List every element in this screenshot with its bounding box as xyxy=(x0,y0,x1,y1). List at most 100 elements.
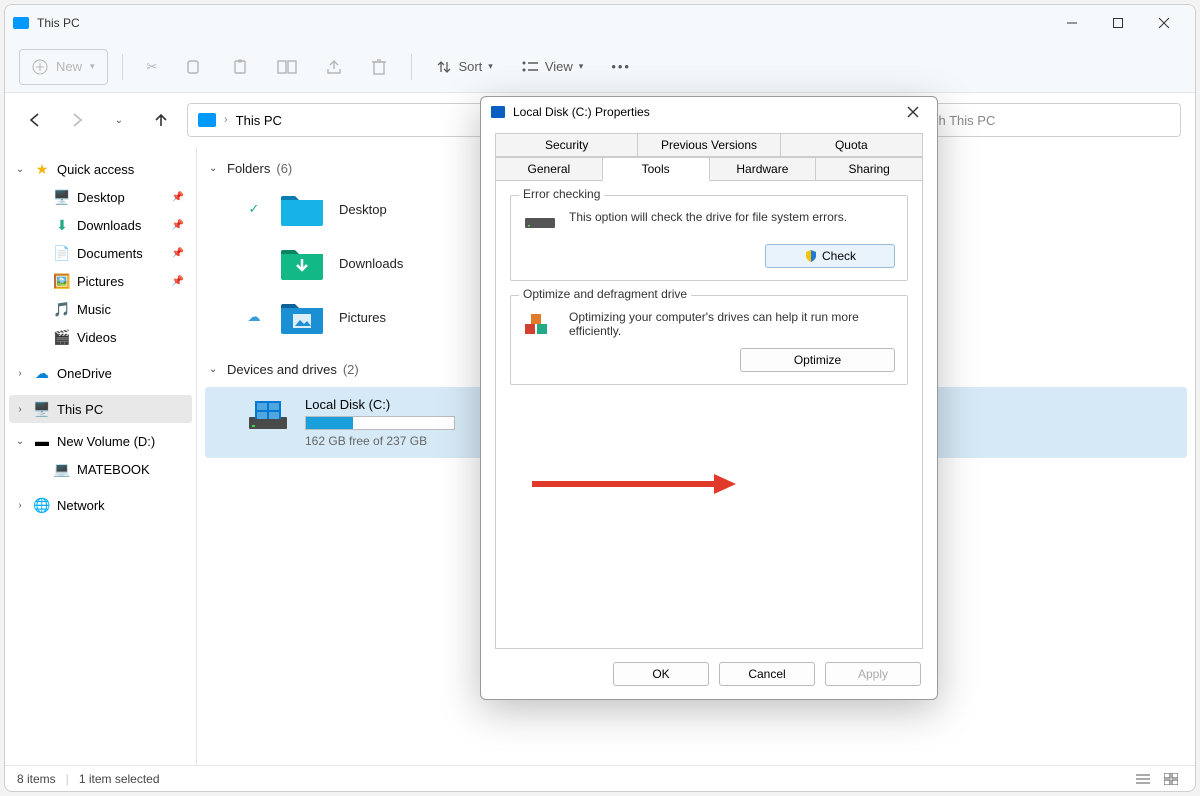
drive-free-text: 162 GB free of 237 GB xyxy=(305,434,455,448)
tab-previous-versions[interactable]: Previous Versions xyxy=(637,133,780,157)
sidebar-label: MATEBOOK xyxy=(77,462,150,477)
downloads-icon: ⬇ xyxy=(53,216,71,234)
back-button[interactable] xyxy=(19,104,51,136)
group-count: (2) xyxy=(343,362,359,377)
more-icon: ••• xyxy=(611,59,631,74)
sidebar-network[interactable]: › 🌐 Network xyxy=(9,491,192,519)
tiles-view-button[interactable] xyxy=(1159,769,1183,789)
titlebar: This PC xyxy=(5,5,1195,41)
tab-tools[interactable]: Tools xyxy=(602,157,710,181)
delete-button[interactable] xyxy=(361,49,397,85)
sort-button[interactable]: Sort ▾ xyxy=(426,49,502,85)
search-placeholder: ch This PC xyxy=(932,113,995,128)
folder-icon xyxy=(279,298,325,336)
chevron-right-icon: › xyxy=(13,368,27,379)
trash-icon xyxy=(371,58,387,76)
groupbox-legend: Optimize and defragment drive xyxy=(519,287,691,301)
cloud-icon: ☁ xyxy=(33,364,51,382)
more-button[interactable]: ••• xyxy=(601,49,641,85)
copy-button[interactable] xyxy=(175,49,213,85)
groupbox-error-checking: Error checking This option will check th… xyxy=(510,195,908,281)
sidebar-new-volume[interactable]: ⌄ ▬ New Volume (D:) xyxy=(9,427,192,455)
cut-icon: ✂ xyxy=(147,59,158,75)
ok-button[interactable]: OK xyxy=(613,662,709,686)
cut-button[interactable]: ✂ xyxy=(137,49,168,85)
sidebar-label: Videos xyxy=(77,330,117,345)
up-button[interactable] xyxy=(145,104,177,136)
sidebar-label: OneDrive xyxy=(57,366,112,381)
view-icon xyxy=(521,60,539,74)
pin-icon: 📌 xyxy=(172,192,184,203)
chevron-down-icon: ▾ xyxy=(90,61,95,72)
cancel-button[interactable]: Cancel xyxy=(719,662,815,686)
chevron-down-icon: ⌄ xyxy=(209,163,221,174)
sidebar-label: This PC xyxy=(57,402,103,417)
item-label: Desktop xyxy=(339,202,387,217)
chevron-right-icon: › xyxy=(13,404,27,415)
check-label: Check xyxy=(822,249,856,263)
sidebar-matebook[interactable]: 💻 MATEBOOK xyxy=(29,455,192,483)
minimize-button[interactable] xyxy=(1049,5,1095,41)
chevron-down-icon: ⌄ xyxy=(13,164,27,175)
pictures-icon: 🖼️ xyxy=(53,272,71,290)
sidebar-label: Pictures xyxy=(77,274,124,289)
chevron-down-icon: ▾ xyxy=(579,61,584,72)
tab-general[interactable]: General xyxy=(495,157,603,181)
check-button[interactable]: Check xyxy=(765,244,895,268)
group-count: (6) xyxy=(276,161,292,176)
dialog-buttons: OK Cancel Apply xyxy=(481,649,937,699)
pin-icon: 📌 xyxy=(172,276,184,287)
share-icon xyxy=(325,59,343,75)
sidebar-item-downloads[interactable]: ⬇ Downloads 📌 xyxy=(29,211,192,239)
item-label: Downloads xyxy=(339,256,403,271)
pin-icon: 📌 xyxy=(172,248,184,259)
recent-button[interactable]: ⌄ xyxy=(103,104,135,136)
folder-icon xyxy=(279,244,325,282)
sidebar-this-pc[interactable]: › 🖥️ This PC xyxy=(9,395,192,423)
details-view-button[interactable] xyxy=(1131,769,1155,789)
status-bar: 8 items | 1 item selected xyxy=(5,765,1195,791)
view-button[interactable]: View ▾ xyxy=(511,49,593,85)
sidebar-item-music[interactable]: 🎵 Music xyxy=(29,295,192,323)
device-icon: 💻 xyxy=(53,460,71,478)
sidebar-label: Network xyxy=(57,498,105,513)
chevron-down-icon: ⌄ xyxy=(13,436,27,447)
sidebar-label: Documents xyxy=(77,246,143,261)
sidebar-item-desktop[interactable]: 🖥️ Desktop 📌 xyxy=(29,183,192,211)
sort-label: Sort xyxy=(458,59,482,74)
search-input[interactable]: ch This PC xyxy=(921,103,1181,137)
groupbox-legend: Error checking xyxy=(519,187,604,201)
drive-usage-bar xyxy=(305,416,455,430)
tab-sharing[interactable]: Sharing xyxy=(815,157,923,181)
group-label: Folders xyxy=(227,161,270,176)
sidebar-label: New Volume (D:) xyxy=(57,434,155,449)
desktop-icon: 🖥️ xyxy=(53,188,71,206)
rename-button[interactable] xyxy=(267,49,307,85)
this-pc-icon xyxy=(13,17,29,29)
tab-quota[interactable]: Quota xyxy=(780,133,923,157)
star-icon: ★ xyxy=(33,160,51,178)
rename-icon xyxy=(277,59,297,75)
sidebar-onedrive[interactable]: › ☁ OneDrive xyxy=(9,359,192,387)
status-selected: 1 item selected xyxy=(79,772,160,786)
sidebar-item-pictures[interactable]: 🖼️ Pictures 📌 xyxy=(29,267,192,295)
forward-button[interactable] xyxy=(61,104,93,136)
sidebar-item-videos[interactable]: 🎬 Videos xyxy=(29,323,192,351)
new-label: New xyxy=(56,59,82,74)
plus-icon xyxy=(32,59,48,75)
maximize-button[interactable] xyxy=(1095,5,1141,41)
chevron-right-icon: › xyxy=(13,500,27,511)
tab-security[interactable]: Security xyxy=(495,133,638,157)
share-button[interactable] xyxy=(315,49,353,85)
close-button[interactable] xyxy=(1141,5,1187,41)
drive-icon: ▬ xyxy=(33,432,51,450)
group-label: Devices and drives xyxy=(227,362,337,377)
apply-button[interactable]: Apply xyxy=(825,662,921,686)
optimize-button[interactable]: Optimize xyxy=(740,348,895,372)
new-button[interactable]: New ▾ xyxy=(19,49,108,85)
sidebar-item-documents[interactable]: 📄 Documents 📌 xyxy=(29,239,192,267)
paste-button[interactable] xyxy=(221,49,259,85)
dialog-close-button[interactable] xyxy=(899,98,927,126)
tab-hardware[interactable]: Hardware xyxy=(709,157,817,181)
sidebar-quick-access[interactable]: ⌄ ★ Quick access xyxy=(9,155,192,183)
